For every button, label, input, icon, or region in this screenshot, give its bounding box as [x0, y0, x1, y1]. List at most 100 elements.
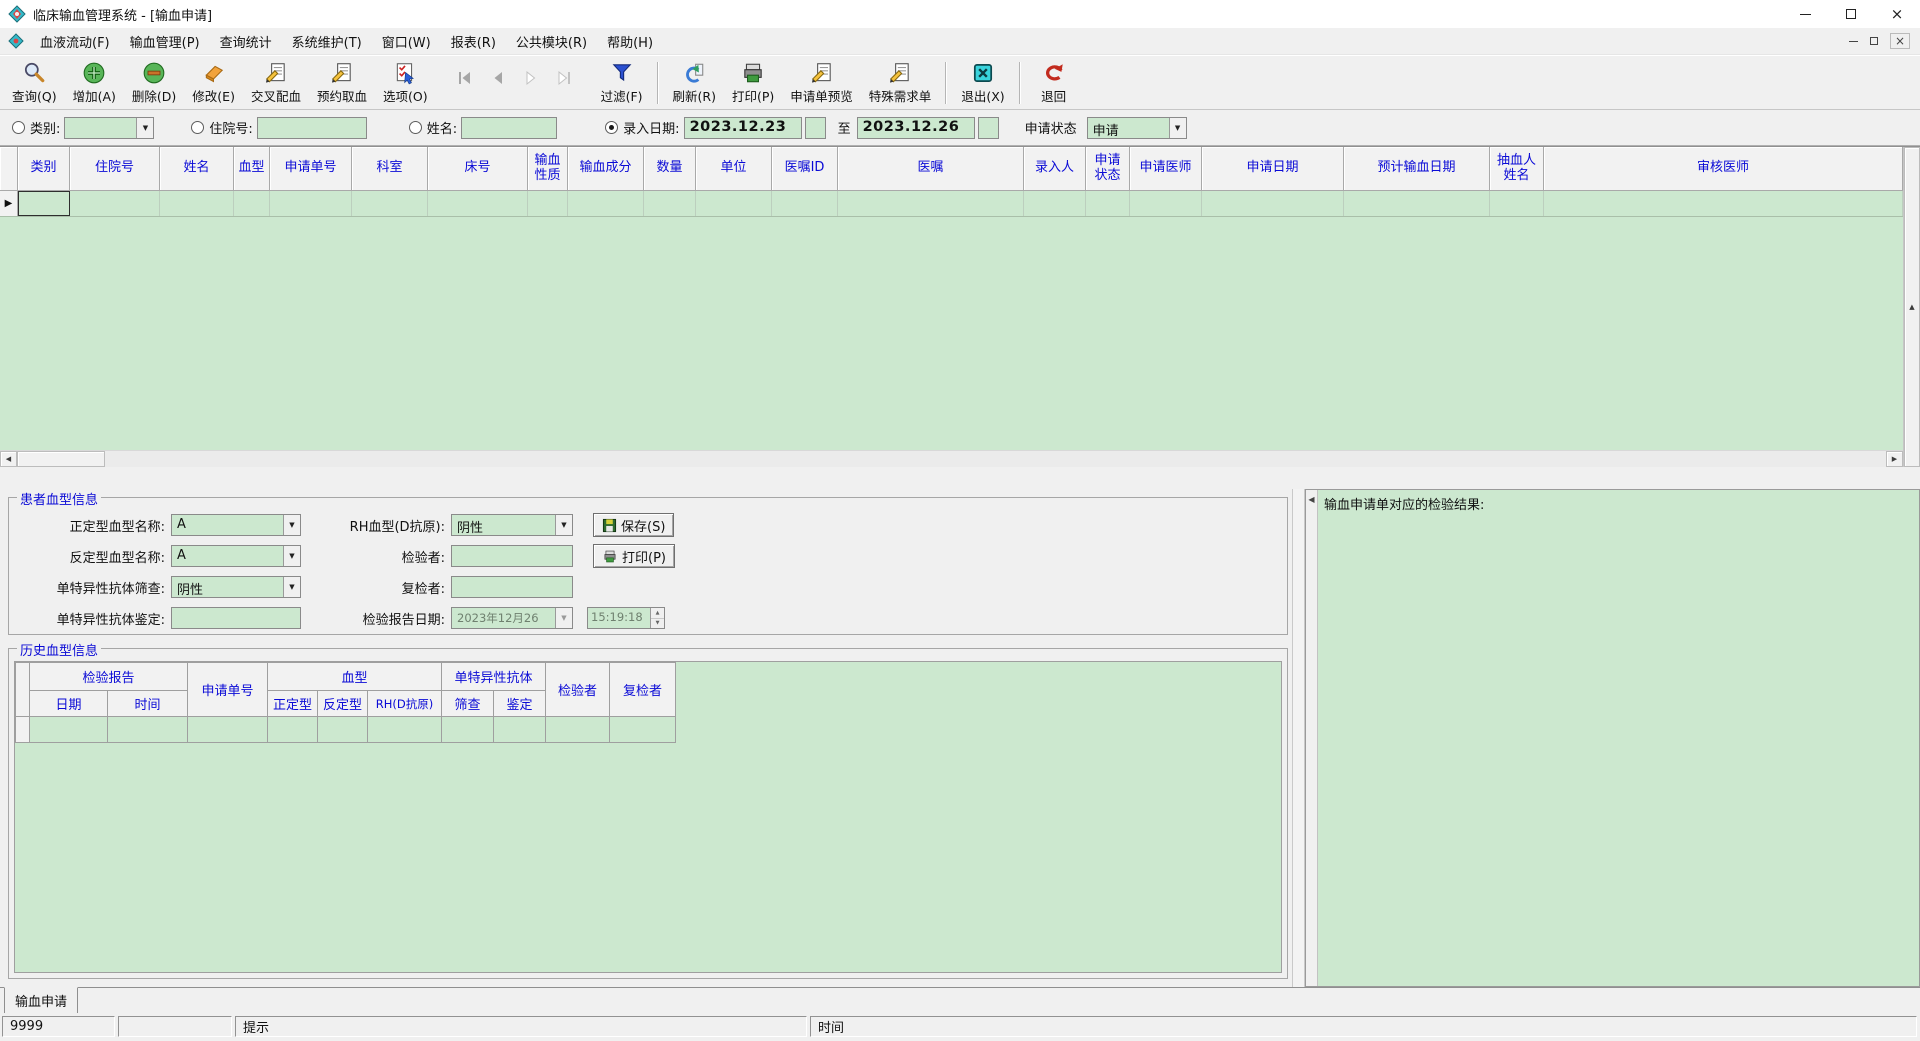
grid-column-header[interactable]: 医嘱ID [772, 147, 838, 191]
toolbar-button-request-preview[interactable]: 申请单预览 [782, 58, 861, 107]
grid-cell[interactable] [568, 191, 644, 216]
chevron-down-icon[interactable]: ▼ [283, 515, 300, 535]
grid-column-header[interactable]: 审核医师 [1544, 147, 1903, 191]
grid-cell[interactable] [528, 191, 568, 216]
grid-column-header[interactable]: 类别 [18, 147, 70, 191]
toolbar-button-special-request[interactable]: 特殊需求单 [861, 58, 940, 107]
grid-column-header[interactable]: 住院号 [70, 147, 160, 191]
antibody-screen-select[interactable]: 阴性 ▼ [171, 576, 301, 598]
name-radio[interactable] [408, 121, 422, 134]
examiner-input[interactable] [451, 545, 573, 567]
grid-cell[interactable] [644, 191, 696, 216]
menu-item-blood-flow[interactable]: 血液流动(F) [30, 28, 120, 55]
menu-item-help[interactable]: 帮助(H) [597, 28, 663, 55]
minimize-button[interactable] [1782, 0, 1828, 28]
tab-transfusion-request[interactable]: 输血申请 [4, 987, 79, 1015]
toolbar-button-return[interactable]: 退回 [1027, 58, 1081, 107]
report-date-select[interactable]: 2023年12月26日 ▼ [451, 607, 573, 629]
menu-item-system-maint[interactable]: 系统维护(T) [282, 28, 372, 55]
forward-type-select[interactable]: A ▼ [171, 514, 301, 536]
grid-cell[interactable] [1202, 191, 1344, 216]
grid-cell[interactable] [1544, 191, 1903, 216]
save-button[interactable]: 保存(S) [593, 513, 675, 537]
grid-column-header[interactable]: 医嘱 [838, 147, 1024, 191]
chevron-down-icon[interactable]: ▼ [136, 117, 154, 138]
grid-column-header[interactable]: 预计输血日期 [1344, 147, 1490, 191]
category-select[interactable]: ▼ [64, 116, 155, 139]
grid-column-header[interactable]: 输血 性质 [528, 147, 568, 191]
horizontal-scrollbar[interactable]: ◀ ▶ [0, 450, 1903, 467]
category-radio[interactable] [12, 121, 25, 134]
scroll-left-icon[interactable]: ◀ [0, 451, 17, 467]
chevron-down-icon[interactable]: ▼ [283, 546, 300, 566]
grid-cell[interactable] [696, 191, 772, 216]
toolbar-button-query[interactable]: 查询(Q) [4, 58, 65, 107]
mdi-close-button[interactable]: × [1889, 33, 1910, 49]
date-to-picker-button[interactable] [977, 116, 999, 139]
request-status-select[interactable]: 申请 ▼ [1086, 116, 1187, 139]
antibody-identify-input[interactable] [171, 607, 301, 629]
menu-item-public-modules[interactable]: 公共模块(R) [506, 28, 597, 55]
rh-type-select[interactable]: 阴性 ▼ [451, 514, 573, 536]
scroll-right-icon[interactable]: ▶ [1886, 451, 1903, 467]
grid-cell[interactable] [270, 191, 352, 216]
nav-prev-icon[interactable] [489, 70, 507, 90]
table-row[interactable]: ▶ [0, 191, 1903, 217]
grid-column-header[interactable]: 数量 [644, 147, 696, 191]
scrollbar-thumb[interactable] [17, 451, 105, 467]
history-table-row[interactable] [15, 716, 676, 743]
inpatient-no-radio[interactable] [191, 121, 205, 134]
grid-column-header[interactable]: 申请日期 [1202, 147, 1344, 191]
reviewer-input[interactable] [451, 576, 573, 598]
grid-column-header[interactable]: 申请单号 [270, 147, 352, 191]
report-time-stepper[interactable]: 15:19:18 ▲ ▼ [587, 607, 665, 629]
toolbar-button-delete[interactable]: 删除(D) [124, 58, 184, 107]
grid-column-header[interactable]: 抽血人 姓名 [1490, 147, 1544, 191]
grid-cell[interactable] [18, 191, 70, 216]
grid-column-header[interactable]: 申请 状态 [1086, 147, 1130, 191]
inpatient-no-input[interactable] [256, 116, 367, 139]
maximize-button[interactable] [1828, 0, 1874, 28]
grid-cell[interactable] [1024, 191, 1086, 216]
vertical-scrollbar[interactable]: ▲ ▼ [1903, 147, 1920, 804]
mdi-restore-button[interactable] [1869, 37, 1878, 45]
grid-column-header[interactable]: 姓名 [160, 147, 234, 191]
toolbar-button-modify[interactable]: 修改(E) [184, 58, 243, 107]
grid-column-header[interactable]: 录入人 [1024, 147, 1086, 191]
date-to-input[interactable]: 2023.12.26 [856, 116, 975, 139]
menu-item-reports[interactable]: 报表(R) [441, 28, 506, 55]
nav-first-icon[interactable] [456, 70, 474, 90]
close-button[interactable]: × [1874, 0, 1920, 28]
time-spinner-icon[interactable]: ▲ ▼ [650, 608, 664, 628]
reverse-type-select[interactable]: A ▼ [171, 545, 301, 567]
chevron-down-icon[interactable]: ▼ [283, 577, 300, 597]
toolbar-button-exit[interactable]: 退出(X) [953, 58, 1012, 107]
grid-cell[interactable] [1344, 191, 1490, 216]
grid-column-header[interactable]: 单位 [696, 147, 772, 191]
grid-column-header[interactable]: 申请医师 [1130, 147, 1202, 191]
mdi-minimize-button[interactable] [1848, 40, 1858, 42]
chevron-down-icon[interactable]: ▼ [555, 515, 572, 535]
date-from-input[interactable]: 2023.12.23 [683, 116, 802, 139]
toolbar-button-crossmatch[interactable]: 交叉配血 [243, 58, 309, 107]
grid-cell[interactable] [772, 191, 838, 216]
panel-vertical-scrollbar[interactable] [1292, 489, 1305, 987]
menu-item-window[interactable]: 窗口(W) [372, 28, 441, 55]
entry-date-radio[interactable] [605, 121, 619, 134]
date-from-picker-button[interactable] [804, 116, 826, 139]
toolbar-button-filter[interactable]: 过滤(F) [593, 58, 651, 107]
grid-cell[interactable] [352, 191, 428, 216]
chevron-down-icon[interactable]: ▼ [1168, 117, 1186, 138]
grid-cell[interactable] [1130, 191, 1202, 216]
grid-column-header[interactable]: 输血成分 [568, 147, 644, 191]
grid-column-header[interactable]: 科室 [352, 147, 428, 191]
grid-cell[interactable] [1490, 191, 1544, 216]
print-report-button[interactable]: 打印(P) [593, 544, 675, 568]
panel-collapse-button[interactable]: ◀ [1306, 490, 1318, 986]
grid-cell[interactable] [70, 191, 160, 216]
grid-column-header[interactable]: 床号 [428, 147, 528, 191]
nav-last-icon[interactable] [555, 70, 573, 90]
grid-cell[interactable] [838, 191, 1024, 216]
grid-cell[interactable] [428, 191, 528, 216]
menu-item-transfusion-mgmt[interactable]: 输血管理(P) [120, 28, 210, 55]
